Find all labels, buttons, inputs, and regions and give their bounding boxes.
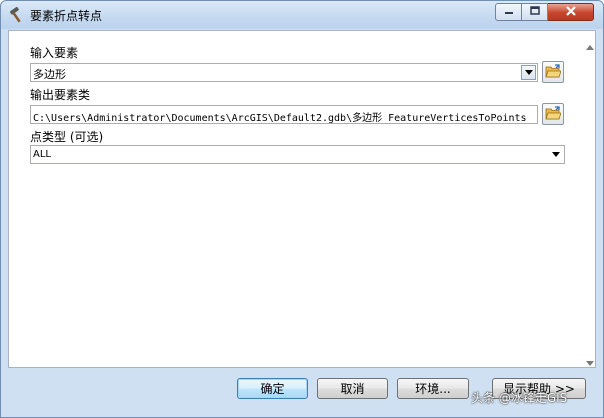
window-title: 要素折点转点 (30, 9, 103, 23)
output-feature-class-value: C:\Users\Administrator\Documents\ArcGIS\… (33, 113, 527, 124)
input-browse-button[interactable] (542, 61, 564, 83)
title-bar[interactable]: 要素折点转点 (1, 1, 603, 29)
minimize-button[interactable] (495, 3, 522, 21)
scroll-down-icon[interactable] (586, 355, 594, 369)
maximize-icon (529, 5, 540, 19)
minimize-icon (504, 5, 514, 19)
ok-button[interactable]: 确定 (237, 378, 308, 399)
output-feature-class-field[interactable]: C:\Users\Administrator\Documents\ArcGIS\… (30, 105, 538, 124)
cancel-button[interactable]: 取消 (317, 378, 388, 399)
output-feature-class-label: 输出要素类 (30, 88, 91, 102)
chevron-down-icon[interactable] (521, 65, 536, 80)
point-type-combo[interactable]: ALL (30, 145, 565, 164)
chevron-down-icon[interactable] (548, 147, 563, 162)
parameters-panel: 输入要素 多边形 输出要素类 C:\Users\Administrator\Do… (8, 30, 596, 368)
maximize-button[interactable] (522, 3, 548, 21)
scroll-up-icon[interactable] (586, 39, 594, 53)
open-folder-icon (545, 105, 562, 123)
close-icon (565, 5, 577, 20)
dialog-window: 要素折点转点 输入要素 多边形 输出要素类 C:\Users\Administr… (0, 0, 604, 418)
output-browse-button[interactable] (542, 103, 564, 125)
watermark-text: 头条 @冰锋走GIS (471, 391, 568, 405)
environments-button[interactable]: 环境... (397, 378, 469, 399)
point-type-value: ALL (33, 149, 51, 160)
vertical-scrollbar[interactable] (585, 33, 594, 366)
input-features-value: 多边形 (33, 68, 66, 81)
point-type-label: 点类型 (可选) (30, 130, 104, 144)
input-features-label: 输入要素 (30, 46, 79, 60)
input-features-combo[interactable]: 多边形 (30, 63, 538, 82)
hammer-icon (8, 6, 26, 24)
open-folder-icon (545, 63, 562, 81)
close-button[interactable] (548, 3, 594, 21)
